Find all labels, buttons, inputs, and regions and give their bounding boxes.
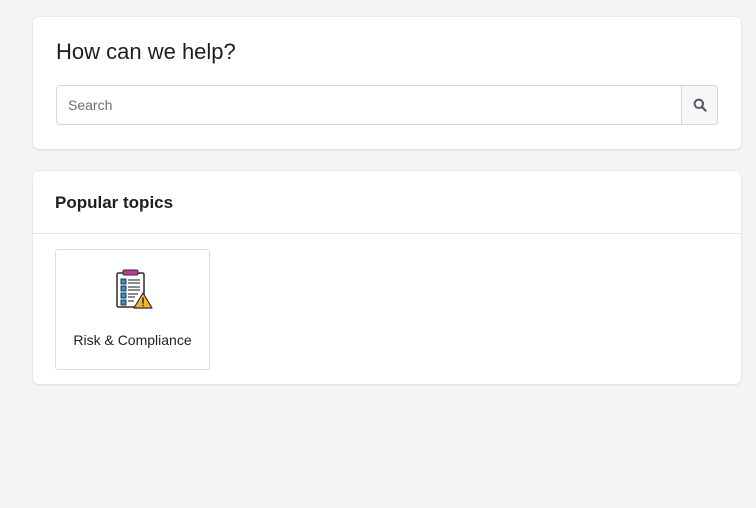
search-button[interactable]: [681, 86, 717, 124]
popular-topics-card: Popular topics Risk & Compliance: [33, 171, 741, 384]
topic-tile-risk-compliance[interactable]: Risk & Compliance: [55, 249, 210, 370]
popular-topics-header: Popular topics: [33, 171, 741, 234]
search-input[interactable]: [57, 86, 681, 124]
search-icon: [693, 98, 707, 112]
search-box: [56, 85, 718, 125]
topic-label: Risk & Compliance: [73, 332, 192, 348]
popular-topics-title: Popular topics: [55, 193, 174, 212]
clipboard-warning-icon: [116, 269, 153, 309]
help-card: How can we help?: [33, 17, 741, 149]
help-title: How can we help?: [56, 39, 236, 64]
